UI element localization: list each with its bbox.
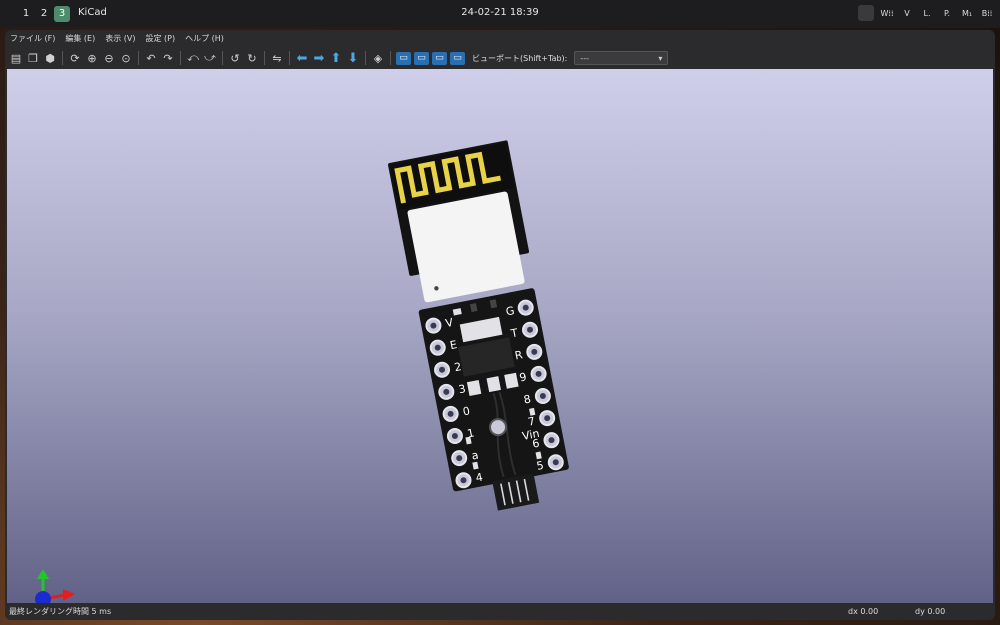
pin-pad-left-7-hole [460,477,467,484]
pin-pad-left-6-hole [456,455,463,462]
arrow-up-icon[interactable]: ⬆ [329,51,343,66]
tray-power-indicator[interactable]: P. [940,9,954,18]
toolbar-separator [138,51,139,65]
ortho-icon[interactable]: ◈ [371,51,385,65]
toolbar-separator [62,51,63,65]
pin-pad-right-1-hole [527,326,534,333]
arrow-down-icon[interactable]: ⬇ [346,51,360,66]
status-bar: 最終レンダリング時間 5 ms dx 0.00 dy 0.00 [5,603,995,620]
pin-pad-right-6-hole [548,437,555,444]
dx-status: dx 0.00 [848,607,879,616]
viewport-label: ビューポート(Shift+Tab): [472,53,568,63]
menu-edit[interactable]: 編集 (E) [65,33,95,44]
rotate-x-reverse-icon[interactable]: ↷ [161,51,175,65]
view-back-icon[interactable]: ▭ [450,51,465,65]
toolbar: ▤ ❐ ⬢ ⟳ ⊕ ⊖ ⊙ ↶ ↷ ⤺ ⤻ ↺ ↻ ⇋ ⬅ ➡ ⬆ ⬇ ◈ ▭ … [5,47,995,69]
rotate-y-icon[interactable]: ⤺ [186,51,200,65]
viewport-select[interactable]: --- ▾ [574,51,669,65]
view-bottom-icon[interactable]: ▭ [414,51,429,65]
toolbar-separator [264,51,265,65]
zoom-in-icon[interactable]: ⊕ [85,51,99,65]
menu-file[interactable]: ファイル (F) [10,33,55,44]
menu-view[interactable]: 表示 (V) [105,33,135,44]
workspace-3-button[interactable]: 3 [54,6,70,22]
toolbar-separator [180,51,181,65]
workspace-1-button[interactable]: 1 [18,6,34,22]
clock: 24-02-21 18:39 [461,7,539,18]
toolbar-separator [365,51,366,65]
pin-pad-left-2-hole [439,366,446,373]
workspace-2-button[interactable]: 2 [36,6,52,22]
pin-pad-left-0-hole [430,322,437,329]
tray-layout-indicator[interactable]: L. [920,9,934,18]
pin-pad-right-4-hole [539,392,546,399]
menu-help[interactable]: ヘルプ (H) [185,33,224,44]
esp-module [387,140,530,303]
3d-box-icon[interactable]: ⬢ [43,51,57,65]
dy-status: dy 0.00 [915,607,946,616]
refresh-icon[interactable]: ⟳ [68,51,82,65]
3d-canvas[interactable]: VE2301a4GTR98765 Vin [7,69,993,607]
viewport-select-value: --- [580,53,590,63]
view-top-icon[interactable]: ▭ [396,51,411,65]
tray-app-icon[interactable] [858,5,874,21]
toolbar-separator [289,51,290,65]
pin-pad-left-5-hole [451,433,458,440]
tray-wifi-indicator[interactable]: W⁞⁞ [880,9,894,18]
pin-pad-right-0-hole [522,304,529,311]
tray-battery-indicator[interactable]: B⁞⁞ [980,9,994,18]
pin-pad-left-3-hole [443,388,450,395]
view-front-icon[interactable]: ▭ [432,51,447,65]
rotate-z-reverse-icon[interactable]: ↻ [245,51,259,65]
system-tray: W⁞⁞ V L. P. M₁ B⁞⁞ [858,5,994,21]
active-app-title: KiCad [78,7,107,18]
menu-preferences[interactable]: 設定 (P) [146,33,176,44]
flip-icon[interactable]: ⇋ [270,51,284,65]
zoom-fit-icon[interactable]: ⊙ [119,51,133,65]
render-icon[interactable]: ▤ [9,51,23,65]
pin-pad-right-5-hole [544,415,551,422]
zoom-out-icon[interactable]: ⊖ [102,51,116,65]
menu-bar: ファイル (F) 編集 (E) 表示 (V) 設定 (P) ヘルプ (H) [5,30,995,46]
tray-volume-indicator[interactable]: V [900,9,914,18]
pin-pad-left-1-hole [434,344,441,351]
kicad-3d-viewer-window: ファイル (F) 編集 (E) 表示 (V) 設定 (P) ヘルプ (H) ▤ … [5,30,995,620]
toolbar-separator [390,51,391,65]
copy-icon[interactable]: ❐ [26,51,40,65]
top-panel: 1 2 3 KiCad 24-02-21 18:39 W⁞⁞ V L. P. M… [0,0,1000,28]
pin-pad-right-3-hole [535,370,542,377]
tray-memory-indicator[interactable]: M₁ [960,9,974,18]
toolbar-separator [222,51,223,65]
pin-pad-right-2-hole [531,348,538,355]
pcb-3d-render: VE2301a4GTR98765 Vin [387,140,569,511]
pin-pad-right-7-hole [552,459,559,466]
pin-pad-left-4-hole [447,410,454,417]
rotate-x-icon[interactable]: ↶ [144,51,158,65]
arrow-right-icon[interactable]: ➡ [312,51,326,66]
arrow-left-icon[interactable]: ⬅ [295,51,309,66]
rotate-y-reverse-icon[interactable]: ⤻ [203,51,217,65]
render-time-status: 最終レンダリング時間 5 ms [9,607,112,616]
rotate-z-icon[interactable]: ↺ [228,51,242,65]
chevron-down-icon: ▾ [658,53,663,63]
